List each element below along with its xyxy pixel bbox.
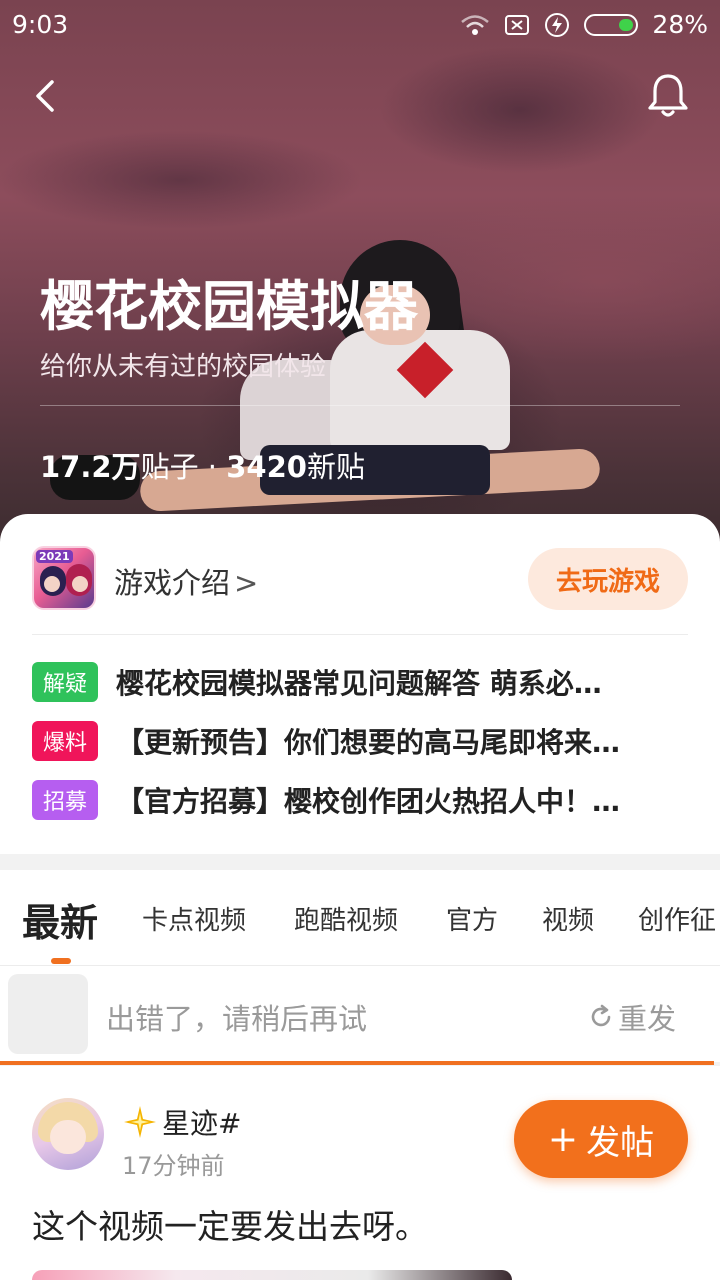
plus-icon: + xyxy=(547,1118,579,1160)
game-intro-label: 游戏介绍 xyxy=(114,566,231,600)
tab-videos[interactable]: 视频 xyxy=(542,900,594,937)
avatar[interactable] xyxy=(32,1098,104,1170)
tab-parkour-videos[interactable]: 跑酷视频 xyxy=(294,900,398,937)
bell-icon[interactable] xyxy=(646,72,690,120)
hero-divider xyxy=(40,405,680,406)
tab-beat-videos[interactable]: 卡点视频 xyxy=(142,900,246,937)
page-subtitle: 给你从未有过的校园体验 xyxy=(40,352,327,382)
notice-text: 樱花校园模拟器常见问题解答 萌系必… xyxy=(116,667,602,700)
refresh-icon xyxy=(591,1004,611,1027)
retry-label: 重发 xyxy=(618,1002,677,1036)
sparkle-icon xyxy=(124,1106,156,1138)
post-count-label: 贴子 xyxy=(140,450,199,484)
create-post-button[interactable]: + 发帖 xyxy=(514,1100,688,1178)
forum-stats: 17.2万贴子 · 3420新贴 xyxy=(40,444,365,486)
notice-item[interactable]: 解疑 樱花校园模拟器常见问题解答 萌系必… xyxy=(32,662,688,702)
back-arrow-icon[interactable] xyxy=(26,76,66,116)
sim-icon xyxy=(505,14,530,35)
post-media-preview[interactable] xyxy=(32,1270,512,1280)
post-username[interactable]: 星迹# xyxy=(122,1102,241,1142)
tab-creation-contest[interactable]: 创作征 xyxy=(638,900,716,937)
battery-icon xyxy=(584,13,639,36)
wifi-icon xyxy=(461,14,490,35)
notice-item[interactable]: 爆料 【更新预告】你们想要的高马尾即将来… xyxy=(32,721,688,761)
notice-badge: 解疑 xyxy=(32,662,98,702)
status-time: 9:03 xyxy=(12,10,69,39)
new-post-count: 3420 xyxy=(226,450,307,484)
category-tabs: 最新 卡点视频 跑酷视频 官方 视频 创作征 xyxy=(0,870,720,966)
upload-thumbnail xyxy=(8,974,88,1054)
chevron-right-icon: > xyxy=(234,566,259,600)
battery-percent: 28% xyxy=(652,10,708,39)
notice-badge: 爆料 xyxy=(32,721,98,761)
stats-separator: · xyxy=(198,450,227,484)
active-tab-indicator xyxy=(51,958,71,964)
notice-badge: 招募 xyxy=(32,780,98,820)
game-intro-link[interactable]: 游戏介绍 > xyxy=(114,560,258,602)
post-time: 17分钟前 xyxy=(122,1152,225,1180)
page-title: 樱花校园模拟器 xyxy=(40,275,418,338)
notice-text: 【官方招募】樱校创作团火热招人中！… xyxy=(116,785,621,818)
status-bar: 9:03 28% xyxy=(0,0,720,50)
upload-progress-bar xyxy=(0,1061,714,1065)
error-message: 出错了，请稍后再试 xyxy=(106,1002,368,1036)
play-game-button[interactable]: 去玩游戏 xyxy=(528,548,688,610)
notice-text: 【更新预告】你们想要的高马尾即将来… xyxy=(116,726,621,759)
card-divider xyxy=(32,634,688,635)
retry-button[interactable]: 重发 xyxy=(588,996,676,1038)
post-content: 这个视频一定要发出去呀。 xyxy=(32,1207,428,1246)
tab-official[interactable]: 官方 xyxy=(446,900,498,937)
new-post-label: 新贴 xyxy=(306,450,365,484)
username-text: 星迹# xyxy=(162,1107,242,1140)
notice-item[interactable]: 招募 【官方招募】樱校创作团火热招人中！… xyxy=(32,780,688,820)
charging-icon xyxy=(545,12,570,37)
post-count: 17.2万 xyxy=(40,450,141,484)
app-icon-badge: 2021 xyxy=(36,550,73,563)
game-app-icon[interactable]: 2021 xyxy=(32,546,96,610)
tab-latest[interactable]: 最新 xyxy=(22,892,98,947)
create-post-label: 发帖 xyxy=(586,1122,655,1163)
